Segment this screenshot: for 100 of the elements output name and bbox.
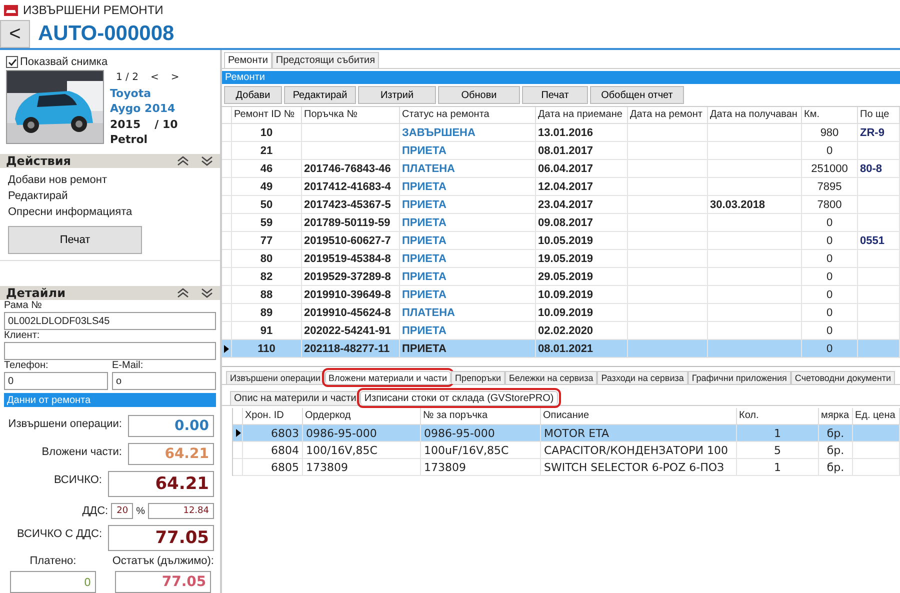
previous-button[interactable]: <: [150, 70, 159, 86]
action-link[interactable]: Опресни информацията: [8, 206, 212, 218]
table-cell: 980: [802, 124, 858, 142]
toolbar-button[interactable]: Обнови: [438, 86, 520, 104]
vehicle-model: Aygo 2014: [110, 101, 176, 116]
header-corner: [222, 107, 232, 124]
input-field[interactable]: o: [112, 372, 216, 390]
collapse-icon[interactable]: [176, 287, 190, 299]
table-cell: 202118-48277-11: [302, 340, 400, 358]
tab[interactable]: Ремонти: [224, 52, 272, 68]
tab[interactable]: Графични приложения: [688, 371, 791, 384]
page-counter: 1 / 2: [116, 71, 138, 85]
column-header[interactable]: Поръчка №: [302, 107, 400, 124]
field-label: Остатък (дължимо):: [112, 555, 214, 567]
action-link[interactable]: Добави нов ремонт: [8, 174, 212, 186]
table-cell: [858, 142, 900, 160]
table-cell: ПРИЕТА: [400, 232, 536, 250]
table-cell: [853, 459, 900, 476]
tab[interactable]: Изписани стоки от склада (GVStorePRO): [360, 391, 558, 405]
table-cell: ЗАВЪРШЕНА: [400, 124, 536, 142]
collapse-icon[interactable]: [176, 154, 190, 166]
toolbar-button[interactable]: Печат: [522, 86, 588, 104]
amount-field: 64.21: [128, 443, 214, 465]
tab[interactable]: Извършени операции: [226, 371, 325, 384]
table-cell: 23.04.2017: [536, 196, 628, 214]
tab[interactable]: Бележки на сервиза: [505, 371, 598, 384]
table-cell: [858, 340, 900, 358]
back-button[interactable]: <: [0, 20, 30, 48]
row-header[interactable]: [233, 425, 243, 442]
table-cell: 30.03.2018: [708, 196, 802, 214]
table-cell: ПРИЕТА: [400, 214, 536, 232]
expand-icon[interactable]: [200, 287, 214, 299]
field-label: Телефон:: [4, 360, 50, 372]
column-header[interactable]: Статус на ремонта: [400, 107, 536, 124]
table-cell: 10.09.2019: [536, 304, 628, 322]
column-header[interactable]: Дата на получаван: [708, 107, 802, 124]
table-cell: ПРИЕТА: [400, 178, 536, 196]
print-button[interactable]: Печат: [8, 226, 142, 254]
table-cell: ПРИЕТА: [400, 142, 536, 160]
row-header[interactable]: [222, 340, 232, 358]
input-field[interactable]: 20: [111, 503, 134, 519]
field-label: Платено:: [30, 555, 76, 567]
table-cell: 0: [802, 232, 858, 250]
table-cell: [858, 268, 900, 286]
tab[interactable]: Вложени материали и части: [324, 371, 452, 384]
table-cell: ПРИЕТА: [400, 268, 536, 286]
table-cell: SWITCH SELECTOR 6-POZ 6-ПОЗ: [541, 459, 737, 476]
input-field[interactable]: 0L002LDLODF03LS45: [4, 312, 216, 330]
column-header[interactable]: По ще: [858, 107, 900, 124]
section-title: Действия: [6, 154, 72, 168]
expand-icon[interactable]: [200, 154, 214, 166]
table-cell: 0986-95-000: [303, 425, 421, 442]
table-cell: 201789-50119-59: [302, 214, 400, 232]
table-cell: 89: [232, 304, 302, 322]
table-cell: CAPACITOR/КОНДЕНЗАТОРИ 100: [541, 442, 737, 459]
table-cell: ПРИЕТА: [400, 196, 536, 214]
column-header[interactable]: Км.: [802, 107, 858, 124]
column-header[interactable]: Ремонт ID №: [232, 107, 302, 124]
table-cell: 10: [232, 124, 302, 142]
toolbar-button[interactable]: Изтрий: [358, 86, 436, 104]
amount-field: 64.21: [108, 471, 214, 497]
column-header[interactable]: Дата на ремонт: [628, 107, 708, 124]
checkbox[interactable]: [6, 56, 18, 68]
table-cell: [858, 214, 900, 232]
table-cell: 2019529-37289-8: [302, 268, 400, 286]
section-bar: Ремонти: [222, 71, 900, 84]
vehicle-month: / 10: [154, 116, 178, 132]
toolbar-button[interactable]: Добави: [224, 86, 282, 104]
section-bar: Данни от ремонта: [4, 393, 216, 407]
input-field[interactable]: 0: [4, 372, 108, 390]
column-header[interactable]: Дата на приемане: [536, 107, 628, 124]
table-cell: 173809: [421, 459, 541, 476]
toolbar-button[interactable]: Обобщен отчет: [590, 86, 684, 104]
table-cell: MOTOR ETA: [541, 425, 737, 442]
amount-field: 0.00: [128, 415, 214, 437]
table-cell: 6803: [243, 425, 303, 442]
tab[interactable]: Опис на материли и части: [230, 391, 360, 405]
field-label: Вложени части:: [42, 445, 122, 458]
table-cell: 13.01.2016: [536, 124, 628, 142]
fuel-type: Petrol: [110, 132, 149, 148]
table-cell: [858, 286, 900, 304]
input-field[interactable]: [4, 342, 216, 360]
toolbar-button[interactable]: Редактирай: [284, 86, 356, 104]
action-link[interactable]: Редактирай: [8, 190, 212, 202]
table-cell: 0: [802, 250, 858, 268]
next-button[interactable]: >: [170, 70, 180, 86]
tab[interactable]: Предстоящи събития: [272, 52, 380, 68]
table-cell: 80-8: [858, 160, 900, 178]
table-cell: 2019910-39649-8: [302, 286, 400, 304]
tab[interactable]: Счетоводни документи: [790, 371, 895, 384]
section-title: Детайли: [6, 286, 66, 300]
vehicle-make: Toyota: [110, 86, 152, 101]
table-cell: [858, 304, 900, 322]
table-cell: 1: [737, 425, 819, 442]
table-cell: 12.04.2017: [536, 178, 628, 196]
table-cell: бр.: [819, 459, 853, 476]
field-label: Рама №: [4, 300, 43, 312]
table-cell: 77: [232, 232, 302, 250]
tab[interactable]: Препоръки: [451, 371, 506, 384]
tab[interactable]: Разходи на сервиза: [597, 371, 688, 384]
